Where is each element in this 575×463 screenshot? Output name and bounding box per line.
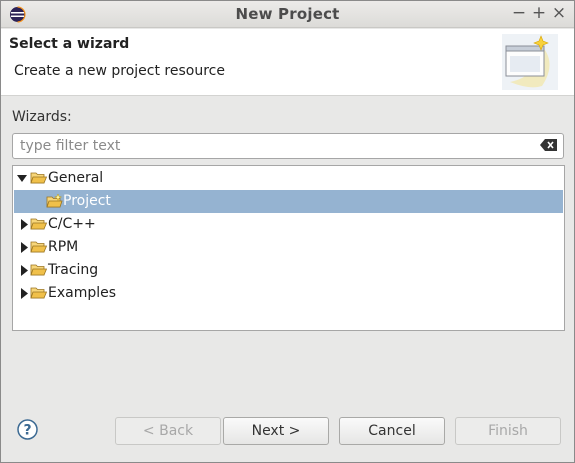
new-project-icon bbox=[46, 194, 63, 208]
maximize-button[interactable]: + bbox=[529, 3, 549, 23]
folder-icon bbox=[30, 218, 47, 230]
tree-item-label: Examples bbox=[48, 285, 117, 301]
cancel-button[interactable]: Cancel bbox=[339, 417, 445, 445]
svg-text:?: ? bbox=[23, 423, 31, 439]
finish-button[interactable]: Finish bbox=[455, 417, 561, 445]
tree-item-general[interactable]: General bbox=[14, 167, 563, 190]
minimize-button[interactable]: − bbox=[509, 3, 529, 23]
tree-item-label: Project bbox=[63, 193, 111, 209]
wizard-tree[interactable]: General Project C/C++ RPM Tracing Exampl… bbox=[12, 165, 565, 331]
new-project-dialog: New Project − + × Select a wizard Create… bbox=[0, 0, 575, 463]
tree-item-label: General bbox=[48, 170, 104, 186]
wizard-banner-icon bbox=[502, 34, 558, 90]
window-title: New Project bbox=[235, 5, 340, 23]
help-icon[interactable]: ? bbox=[17, 419, 38, 440]
tree-item-examples[interactable]: Examples bbox=[14, 282, 563, 305]
tree-item-tracing[interactable]: Tracing bbox=[14, 259, 563, 282]
title-bar[interactable]: New Project − + × bbox=[1, 1, 574, 28]
filter-input[interactable] bbox=[12, 133, 564, 159]
back-button[interactable]: < Back bbox=[115, 417, 221, 445]
next-button[interactable]: Next > bbox=[223, 417, 329, 445]
collapsed-arrow-icon[interactable] bbox=[19, 265, 29, 276]
wizard-description: Create a new project resource bbox=[14, 63, 225, 79]
tree-item-rpm[interactable]: RPM bbox=[14, 236, 563, 259]
clear-filter-icon[interactable] bbox=[540, 138, 558, 152]
tree-item-c-cpp[interactable]: C/C++ bbox=[14, 213, 563, 236]
wizards-label: Wizards: bbox=[12, 109, 72, 125]
collapsed-arrow-icon[interactable] bbox=[19, 219, 29, 230]
tree-item-project[interactable]: Project bbox=[14, 190, 563, 213]
tree-item-label: Tracing bbox=[48, 262, 99, 278]
wizard-title: Select a wizard bbox=[9, 36, 130, 52]
expanded-arrow-icon[interactable] bbox=[17, 173, 27, 184]
tree-item-label: RPM bbox=[48, 239, 79, 255]
collapsed-arrow-icon[interactable] bbox=[19, 242, 29, 253]
folder-icon bbox=[30, 241, 47, 253]
folder-icon bbox=[30, 287, 47, 299]
tree-item-label: C/C++ bbox=[48, 216, 96, 232]
close-button[interactable]: × bbox=[549, 3, 569, 23]
wizard-header: Select a wizard Create a new project res… bbox=[1, 29, 574, 96]
folder-open-icon bbox=[30, 172, 47, 184]
collapsed-arrow-icon[interactable] bbox=[19, 288, 29, 299]
folder-icon bbox=[30, 264, 47, 276]
